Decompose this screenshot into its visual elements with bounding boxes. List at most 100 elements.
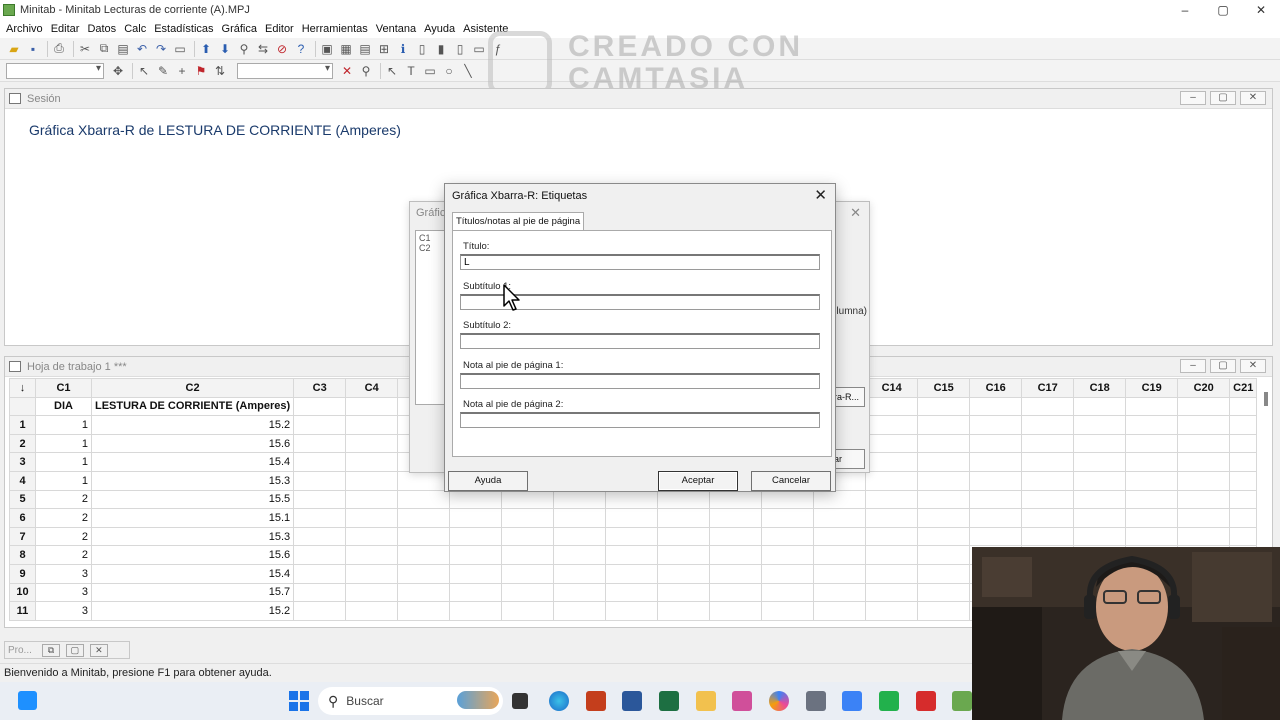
cell-lectura[interactable]: 15.6	[90, 433, 295, 454]
empty-cell[interactable]	[657, 563, 711, 584]
empty-cell[interactable]	[761, 563, 815, 584]
empty-cell[interactable]	[761, 489, 815, 510]
arrow-up-icon[interactable]: ⬆	[198, 41, 214, 57]
cell-dia[interactable]: 3	[35, 601, 92, 621]
empty-cell[interactable]	[1021, 526, 1075, 547]
restore-button[interactable]: ⧉	[41, 643, 60, 657]
empty-cell[interactable]	[293, 508, 347, 528]
menu-datos[interactable]: Datos	[87, 23, 116, 35]
cell-lectura[interactable]: 15.2	[90, 601, 295, 621]
row-number[interactable]: 2	[9, 433, 36, 454]
cell-dia[interactable]: 1	[35, 433, 92, 454]
replace-icon[interactable]: ⇆	[255, 41, 271, 57]
empty-cell[interactable]	[917, 470, 971, 491]
row-number[interactable]: 5	[9, 489, 36, 510]
empty-cell[interactable]	[865, 489, 919, 510]
column-header[interactable]: C3	[293, 378, 347, 398]
cell-lectura[interactable]: 15.4	[90, 452, 295, 472]
empty-cell[interactable]	[1021, 433, 1075, 454]
empty-cell[interactable]	[293, 601, 347, 621]
empty-cell[interactable]	[605, 489, 659, 510]
select-icon[interactable]: ↖	[136, 63, 152, 79]
cell-lectura[interactable]: 15.5	[90, 489, 295, 510]
empty-cell[interactable]	[969, 433, 1023, 454]
column-header[interactable]: C16	[969, 378, 1023, 398]
column-name-cell[interactable]	[293, 396, 347, 417]
empty-cell[interactable]	[345, 452, 399, 472]
empty-cell[interactable]	[293, 582, 347, 603]
empty-cell[interactable]	[1073, 508, 1127, 528]
column-header[interactable]: C4	[345, 378, 399, 398]
empty-cell[interactable]	[865, 545, 919, 565]
column-name-cell[interactable]	[969, 396, 1023, 417]
calculator-icon[interactable]	[806, 691, 826, 711]
worksheet-minimize-button[interactable]: –	[1180, 359, 1206, 373]
empty-cell[interactable]	[1177, 433, 1231, 454]
cell-dia[interactable]: 2	[35, 526, 92, 547]
empty-cell[interactable]	[553, 489, 607, 510]
column-header[interactable]: C18	[1073, 378, 1127, 398]
empty-cell[interactable]	[969, 470, 1023, 491]
row-number[interactable]: 11	[9, 601, 36, 621]
empty-cell[interactable]	[917, 582, 971, 603]
paste-icon[interactable]: ▤	[115, 41, 131, 57]
empty-cell[interactable]	[917, 433, 971, 454]
subtitle2-input[interactable]	[460, 333, 820, 349]
column-name-cell[interactable]	[345, 396, 399, 417]
text-tool-icon[interactable]: T	[403, 63, 419, 79]
pointer-icon[interactable]: ↖	[384, 63, 400, 79]
empty-cell[interactable]	[1125, 433, 1179, 454]
search-highlight-icon[interactable]	[457, 691, 499, 709]
column-header[interactable]: C15	[917, 378, 971, 398]
empty-cell[interactable]	[397, 508, 451, 528]
row-number[interactable]: 9	[9, 563, 36, 584]
empty-cell[interactable]	[761, 508, 815, 528]
row-number[interactable]: 7	[9, 526, 36, 547]
empty-cell[interactable]	[657, 545, 711, 565]
worksheet-close-button[interactable]: ✕	[1240, 359, 1266, 373]
print-icon[interactable]: ⎙	[51, 41, 67, 57]
empty-cell[interactable]	[709, 526, 763, 547]
row-number[interactable]: 3	[9, 452, 36, 472]
cancel-icon[interactable]: ⊘	[274, 41, 290, 57]
empty-cell[interactable]	[553, 601, 607, 621]
empty-cell[interactable]	[657, 601, 711, 621]
empty-cell[interactable]	[345, 563, 399, 584]
empty-cell[interactable]	[553, 526, 607, 547]
empty-cell[interactable]	[345, 526, 399, 547]
crosshair-icon[interactable]: +	[174, 63, 190, 79]
edge-icon[interactable]	[549, 691, 569, 711]
row-number[interactable]: 10	[9, 582, 36, 603]
empty-cell[interactable]	[293, 415, 347, 435]
save-icon[interactable]: ▪	[25, 41, 41, 57]
empty-cell[interactable]	[1021, 415, 1075, 435]
column-header[interactable]: C21	[1229, 378, 1258, 398]
empty-cell[interactable]	[813, 563, 867, 584]
column-name-cell[interactable]	[1229, 396, 1258, 417]
empty-cell[interactable]	[1229, 433, 1258, 454]
cancel-button[interactable]: Cancelar	[751, 471, 831, 491]
empty-cell[interactable]	[917, 415, 971, 435]
info-icon[interactable]: ℹ	[395, 41, 411, 57]
cell-lectura[interactable]: 15.3	[90, 526, 295, 547]
column-name-cell[interactable]	[1177, 396, 1231, 417]
empty-cell[interactable]	[917, 563, 971, 584]
empty-cell[interactable]	[865, 433, 919, 454]
empty-cell[interactable]	[865, 526, 919, 547]
empty-cell[interactable]	[449, 545, 503, 565]
empty-cell[interactable]	[1229, 415, 1258, 435]
menu-archivo[interactable]: Archivo	[6, 23, 43, 35]
find-icon[interactable]: ⚲	[236, 41, 252, 57]
brush-icon[interactable]: ✥	[110, 63, 126, 79]
empty-cell[interactable]	[1021, 470, 1075, 491]
empty-cell[interactable]	[1177, 508, 1231, 528]
cut-icon[interactable]: ✂	[77, 41, 93, 57]
empty-cell[interactable]	[1177, 489, 1231, 510]
undo-icon[interactable]: ↶	[134, 41, 150, 57]
empty-cell[interactable]	[293, 433, 347, 454]
worksheet-maximize-button[interactable]: ▢	[1210, 359, 1236, 373]
empty-cell[interactable]	[449, 508, 503, 528]
vertical-scrollbar[interactable]	[1264, 392, 1268, 406]
windows-start-icon[interactable]	[289, 691, 309, 711]
empty-cell[interactable]	[865, 563, 919, 584]
